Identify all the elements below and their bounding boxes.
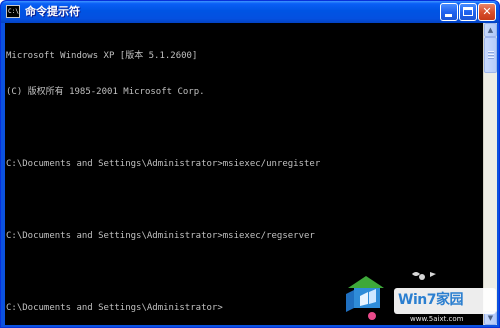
grip-line [488,54,494,56]
close-icon: ✕ [482,5,492,18]
minimize-icon [445,14,452,17]
title-bar[interactable]: C:\ 命令提示符 ✕ [1,1,499,23]
window-title: 命令提示符 [25,5,80,18]
console-text: Microsoft Windows XP [版本 5.1.2600] (C) 版… [6,26,320,325]
console-line: C:\Documents and Settings\Administrator>… [6,231,315,241]
grip-line [488,57,494,59]
console-prompt-line: C:\Documents and Settings\Administrator> [6,303,223,313]
maximize-button[interactable] [459,3,477,21]
minimize-button[interactable] [440,3,458,21]
command-prompt-icon[interactable]: C:\ [6,5,20,18]
maximize-icon [463,7,473,16]
site-watermark: Win7家园 www.5aixt.com [346,268,500,328]
scrollbar-thumb[interactable] [484,37,497,73]
scroll-up-arrow-icon: ▲ [487,26,494,34]
console-line: (C) 版权所有 1985-2001 Microsoft Corp. [6,87,205,97]
watermark-brand: Win7家园 [398,292,463,308]
close-button[interactable]: ✕ [478,3,496,21]
console-line: C:\Documents and Settings\Administrator>… [6,159,321,169]
grip-line [488,51,494,53]
watermark-url: www.5aixt.com [410,315,464,323]
scroll-up-button[interactable]: ▲ [484,23,497,37]
console-line: Microsoft Windows XP [版本 5.1.2600] [6,51,198,61]
